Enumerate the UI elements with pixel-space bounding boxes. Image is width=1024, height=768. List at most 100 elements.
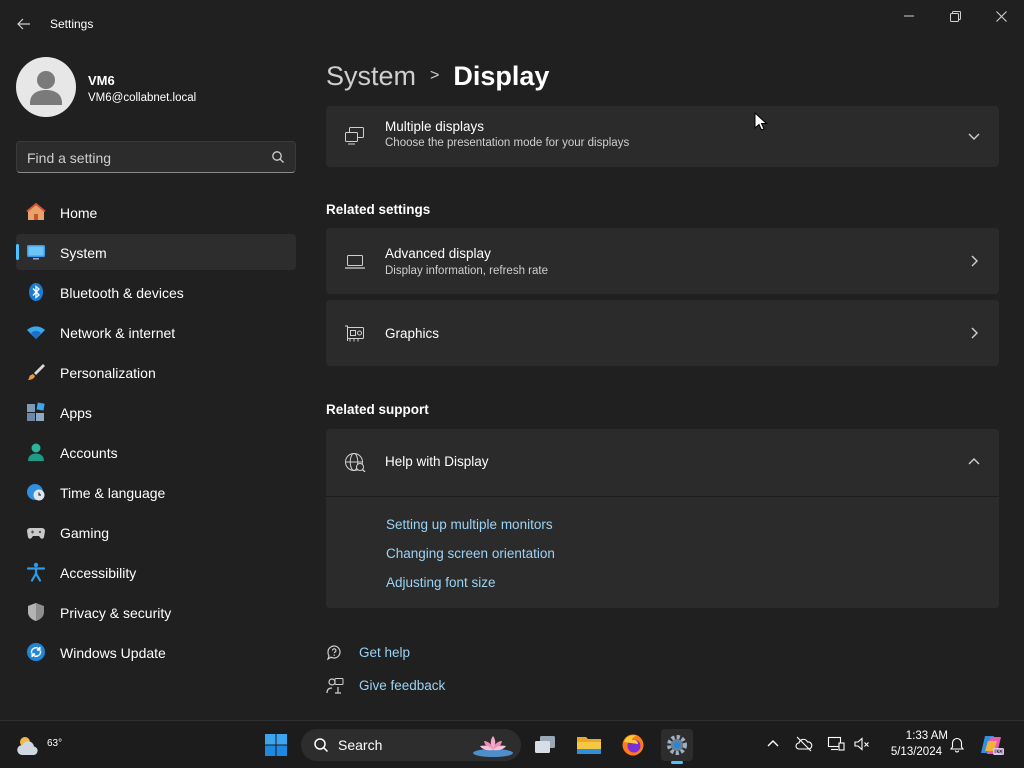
clock-time[interactable]: 1:33 AM — [880, 730, 948, 742]
graphics-card[interactable]: Graphics — [326, 300, 999, 366]
weather-temperature: 63° — [47, 738, 63, 749]
file-explorer-button[interactable] — [573, 729, 605, 761]
sidebar-item-label: Accounts — [60, 445, 118, 461]
shield-icon — [28, 603, 44, 621]
chevron-up-icon — [968, 458, 980, 465]
weather-widget[interactable]: 63° — [16, 729, 62, 761]
sidebar-item-label: Time & language — [60, 485, 166, 501]
firefox-button[interactable] — [617, 729, 649, 761]
back-button[interactable] — [12, 12, 36, 36]
sidebar-item-label: Windows Update — [60, 645, 166, 661]
avatar[interactable] — [16, 57, 76, 117]
sidebar-item-label: Accessibility — [60, 565, 137, 581]
sidebar-item-windows-update[interactable]: Windows Update — [16, 634, 296, 670]
back-arrow-icon — [17, 18, 30, 30]
task-view-icon — [535, 736, 555, 753]
gear-icon — [667, 735, 687, 755]
mouse-cursor-icon — [754, 112, 768, 131]
related-settings-heading: Related settings — [326, 202, 431, 217]
laptop-icon — [345, 255, 365, 269]
give-feedback-icon — [326, 678, 344, 694]
network-icon[interactable] — [827, 735, 845, 753]
help-link-font-size[interactable]: Adjusting font size — [386, 575, 496, 590]
minimize-button[interactable] — [886, 4, 932, 28]
onedrive-off-icon[interactable] — [795, 735, 813, 753]
accounts-icon — [28, 443, 44, 461]
taskbar: 63° Search 1:33 AM 5/13/2024 — [0, 720, 1024, 768]
search-placeholder: Find a setting — [27, 150, 112, 166]
sidebar-item-label: Privacy & security — [60, 605, 172, 621]
get-help-icon — [326, 645, 341, 661]
accessibility-icon — [26, 562, 46, 582]
sidebar-item-home[interactable]: Home — [16, 194, 296, 230]
chevron-right-icon — [971, 255, 978, 267]
breadcrumb: System > Display — [326, 58, 549, 94]
clock-date[interactable]: 5/13/2024 — [880, 746, 942, 758]
system-icon — [27, 245, 45, 260]
page-title: Display — [453, 60, 550, 91]
taskbar-search[interactable]: Search — [301, 729, 521, 761]
help-with-display-header[interactable]: Help with Display — [326, 429, 999, 496]
chevron-down-icon — [968, 133, 980, 140]
sidebar-item-privacy[interactable]: Privacy & security — [16, 594, 296, 630]
active-app-indicator — [671, 761, 683, 764]
chevron-right-icon — [971, 327, 978, 339]
search-input[interactable]: Find a setting — [16, 141, 296, 173]
multiple-displays-icon — [345, 127, 364, 145]
start-button[interactable] — [260, 729, 292, 761]
multiple-displays-card[interactable]: Multiple displays Choose the presentatio… — [326, 106, 999, 167]
globe-clock-icon — [27, 484, 45, 501]
help-link-multiple-monitors[interactable]: Setting up multiple monitors — [386, 517, 553, 532]
sidebar-item-label: Home — [60, 205, 98, 221]
sidebar-item-label: Gaming — [60, 525, 110, 541]
graphics-card-icon — [345, 325, 364, 342]
copilot-icon — [981, 736, 1004, 755]
sidebar-item-bluetooth[interactable]: Bluetooth & devices — [16, 274, 296, 310]
get-help-link[interactable]: Get help — [359, 645, 410, 660]
chevron-up-icon[interactable] — [764, 735, 782, 753]
sidebar-item-accounts[interactable]: Accounts — [16, 434, 296, 470]
sidebar-item-network[interactable]: Network & internet — [16, 314, 296, 350]
advanced-display-subtitle: Display information, refresh rate — [385, 265, 548, 277]
wifi-icon — [27, 326, 45, 339]
close-button[interactable] — [978, 4, 1024, 28]
notification-bell-icon[interactable] — [948, 735, 966, 753]
weather-cloud-icon — [17, 737, 38, 755]
sidebar-item-personalization[interactable]: Personalization — [16, 354, 296, 390]
home-icon — [26, 202, 46, 220]
lotus-highlight-icon — [473, 736, 513, 757]
sidebar-item-label: Network & internet — [60, 325, 176, 341]
brush-icon — [28, 364, 45, 380]
folder-icon — [577, 737, 601, 754]
globe-icon — [345, 453, 366, 472]
sidebar-item-label: Bluetooth & devices — [60, 285, 184, 301]
settings-taskbar-button[interactable] — [661, 729, 693, 764]
multiple-displays-subtitle: Choose the presentation mode for your di… — [385, 137, 630, 149]
task-view-button[interactable] — [529, 729, 561, 761]
sidebar-item-time-language[interactable]: Time & language — [16, 474, 296, 510]
sidebar-item-apps[interactable]: Apps — [16, 394, 296, 430]
user-silhouette-icon — [30, 71, 62, 105]
taskbar-search-label: Search — [338, 737, 383, 753]
search-icon — [314, 738, 329, 753]
search-icon — [272, 151, 284, 163]
apps-icon — [27, 402, 45, 421]
copilot-button[interactable] — [976, 729, 1008, 761]
update-icon — [27, 643, 45, 661]
sidebar-item-label: System — [60, 245, 107, 261]
sidebar-item-label: Apps — [60, 405, 92, 421]
sidebar-item-accessibility[interactable]: Accessibility — [16, 554, 296, 590]
sidebar-item-system[interactable]: System — [16, 234, 296, 270]
volume-muted-icon[interactable] — [853, 735, 871, 753]
restore-button[interactable] — [932, 4, 978, 28]
help-link-screen-orientation[interactable]: Changing screen orientation — [386, 546, 555, 561]
breadcrumb-parent[interactable]: System — [326, 61, 416, 92]
sidebar-item-gaming[interactable]: Gaming — [16, 514, 296, 550]
related-support-heading: Related support — [326, 402, 429, 417]
advanced-display-card[interactable]: Advanced display Display information, re… — [326, 228, 999, 294]
give-feedback-link[interactable]: Give feedback — [359, 678, 445, 693]
breadcrumb-separator: > — [430, 67, 440, 84]
title-bar: Settings — [0, 0, 1024, 48]
window-title: Settings — [50, 17, 94, 31]
help-with-display-title: Help with Display — [385, 454, 489, 469]
